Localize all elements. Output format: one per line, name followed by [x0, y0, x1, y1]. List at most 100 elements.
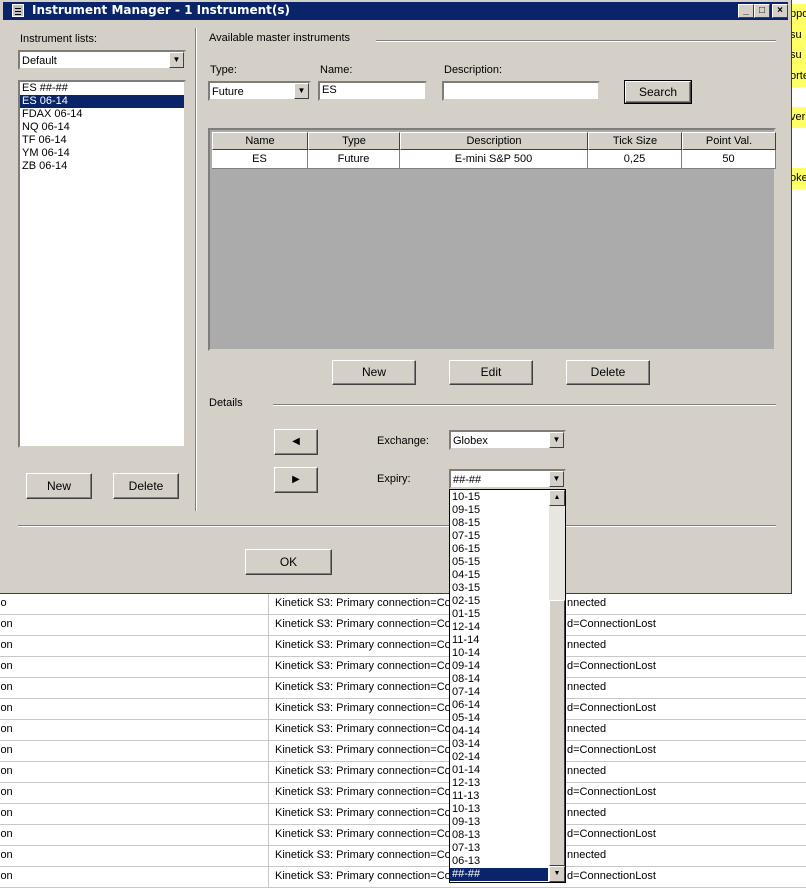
expiry-option[interactable]: 09-14 [450, 660, 552, 673]
instrument-list-item[interactable]: ES 06-14 [20, 95, 184, 108]
expiry-option[interactable]: 05-14 [450, 712, 552, 725]
expiry-option[interactable]: 08-14 [450, 673, 552, 686]
log-row[interactable]: ion Kinetick S3: Primary connection=Co d=C… [0, 698, 806, 720]
chevron-down-icon[interactable]: ▼ [169, 52, 184, 68]
expiry-option[interactable]: 11-13 [450, 790, 552, 803]
log-row[interactable]: ion Kinetick S3: Primary connection=Co d=C… [0, 866, 806, 888]
expiry-option[interactable]: 01-15 [450, 608, 552, 621]
grid-cell-type[interactable]: Future [308, 150, 400, 169]
description-input[interactable] [442, 81, 600, 101]
log-row[interactable]: ion Kinetick S3: Primary connection=Co d=C… [0, 824, 806, 846]
expiry-option[interactable]: 02-15 [450, 595, 552, 608]
column-header-point-value[interactable]: Point Val. [682, 132, 776, 150]
column-header-name[interactable]: Name [212, 132, 308, 150]
expiry-dropdown-list[interactable]: ##-## 06-13 07-13 08-13 09-13 10-13 11-13 12-13… [449, 489, 566, 883]
instrument-list-item[interactable]: FDAX 06-14 [20, 108, 184, 121]
instrument-list-item[interactable]: TF 06-14 [20, 134, 184, 147]
expiry-option[interactable]: 05-15 [450, 556, 552, 569]
column-header-tick-size[interactable]: Tick Size [588, 132, 682, 150]
new-button[interactable]: New [332, 360, 416, 385]
expiry-option[interactable]: 09-13 [450, 816, 552, 829]
column-header-description[interactable]: Description [400, 132, 588, 150]
grid-cell-name[interactable]: ES [212, 150, 308, 169]
delete-button[interactable]: Delete [566, 360, 650, 385]
log-fragment: su [790, 24, 806, 46]
log-message-right: nnected [567, 849, 607, 861]
scroll-thumb[interactable] [549, 600, 565, 866]
expiry-option[interactable]: 10-15 [450, 491, 552, 504]
grid-cell-description[interactable]: E-mini S&P 500 [400, 150, 588, 169]
expiry-option[interactable]: 11-14 [450, 634, 552, 647]
log-cell-source: io [0, 597, 7, 609]
expiry-option[interactable]: 08-13 [450, 829, 552, 842]
chevron-down-icon[interactable]: ▼ [549, 432, 564, 448]
expiry-option[interactable]: 07-15 [450, 530, 552, 543]
scroll-down-button[interactable]: ▼ [549, 866, 565, 882]
expiry-option[interactable]: 03-14 [450, 738, 552, 751]
log-row[interactable]: ion Kinetick S3: Primary connection=Co d=C… [0, 782, 806, 804]
close-button[interactable]: × [772, 4, 788, 18]
log-message-left: Kinetick S3: Primary connection=Co [275, 681, 451, 693]
log-row[interactable]: ion Kinetick S3: Primary connection=Co nne… [0, 677, 806, 699]
expiry-option[interactable]: 10-13 [450, 803, 552, 816]
expiry-option[interactable]: 06-13 [450, 855, 552, 868]
title-bar[interactable]: Instrument Manager - 1 Instrument(s) _ □… [3, 2, 788, 20]
master-instruments-grid[interactable]: Name Type Description Tick Size Point Va… [208, 128, 776, 351]
log-row[interactable]: ion Kinetick S3: Primary connection=Co d=C… [0, 740, 806, 762]
log-message-left: Kinetick S3: Primary connection=Co [275, 618, 451, 630]
expiry-option[interactable]: 07-14 [450, 686, 552, 699]
log-row[interactable]: io Kinetick S3: Primary connection=Co nnec… [0, 593, 806, 615]
expiry-option[interactable]: 12-14 [450, 621, 552, 634]
maximize-button[interactable]: □ [754, 4, 770, 18]
left-new-button[interactable]: New [26, 473, 92, 499]
expiry-option[interactable]: 03-15 [450, 582, 552, 595]
move-right-button[interactable]: ▶ [274, 467, 318, 493]
chevron-down-icon[interactable]: ▼ [294, 83, 309, 99]
dropdown-scrollbar[interactable]: ▲ ▼ [549, 490, 565, 882]
move-left-button[interactable]: ◀ [274, 429, 318, 455]
log-message-left: Kinetick S3: Primary connection=Co [275, 849, 451, 861]
type-select[interactable]: Future ▼ [208, 81, 311, 101]
log-row[interactable]: ion Kinetick S3: Primary connection=Co d=C… [0, 614, 806, 636]
type-value: Future [212, 86, 244, 98]
expiry-option[interactable]: 08-15 [450, 517, 552, 530]
search-button[interactable]: Search [624, 80, 692, 104]
instrument-list-select[interactable]: Default ▼ [18, 50, 186, 70]
grid-cell-tick-size[interactable]: 0,25 [588, 150, 682, 169]
edit-button[interactable]: Edit [449, 360, 533, 385]
expiry-option[interactable]: 04-14 [450, 725, 552, 738]
chevron-down-icon[interactable]: ▼ [549, 471, 564, 487]
scroll-up-button[interactable]: ▲ [549, 490, 565, 506]
log-row[interactable]: ion Kinetick S3: Primary connection=Co nne… [0, 803, 806, 825]
minimize-button[interactable]: _ [738, 4, 754, 18]
window-icon [12, 4, 24, 17]
exchange-select[interactable]: Globex ▼ [449, 430, 566, 450]
expiry-option[interactable]: 02-14 [450, 751, 552, 764]
column-header-type[interactable]: Type [308, 132, 400, 150]
instrument-list-item[interactable]: NQ 06-14 [20, 121, 184, 134]
instrument-list-item[interactable]: ES ##-## [20, 82, 184, 95]
expiry-option[interactable]: 10-14 [450, 647, 552, 660]
expiry-option[interactable]: 06-14 [450, 699, 552, 712]
expiry-option[interactable]: 04-15 [450, 569, 552, 582]
log-message-right: d=ConnectionLost [567, 744, 656, 756]
name-input[interactable]: ES [318, 81, 427, 101]
expiry-option[interactable]: 12-13 [450, 777, 552, 790]
expiry-option[interactable]: ##-## [450, 868, 548, 881]
ok-button[interactable]: OK [245, 549, 332, 575]
grid-cell-point-value[interactable]: 50 [682, 150, 776, 169]
expiry-option[interactable]: 01-14 [450, 764, 552, 777]
log-row[interactable]: ion Kinetick S3: Primary connection=Co nne… [0, 635, 806, 657]
instrument-list[interactable]: ES ##-## ES 06-14 FDAX 06-14 NQ 06-14 TF 06-… [18, 80, 186, 448]
expiry-option[interactable]: 07-13 [450, 842, 552, 855]
log-row[interactable]: ion Kinetick S3: Primary connection=Co nne… [0, 719, 806, 741]
instrument-list-item[interactable]: ZB 06-14 [20, 160, 184, 173]
expiry-option[interactable]: 06-15 [450, 543, 552, 556]
expiry-select[interactable]: ##-## ▼ [449, 469, 566, 489]
log-row[interactable]: ion Kinetick S3: Primary connection=Co nne… [0, 761, 806, 783]
left-delete-button[interactable]: Delete [113, 473, 179, 499]
log-row[interactable]: ion Kinetick S3: Primary connection=Co nne… [0, 845, 806, 867]
expiry-option[interactable]: 09-15 [450, 504, 552, 517]
log-row[interactable]: ion Kinetick S3: Primary connection=Co d=C… [0, 656, 806, 678]
instrument-list-item[interactable]: YM 06-14 [20, 147, 184, 160]
